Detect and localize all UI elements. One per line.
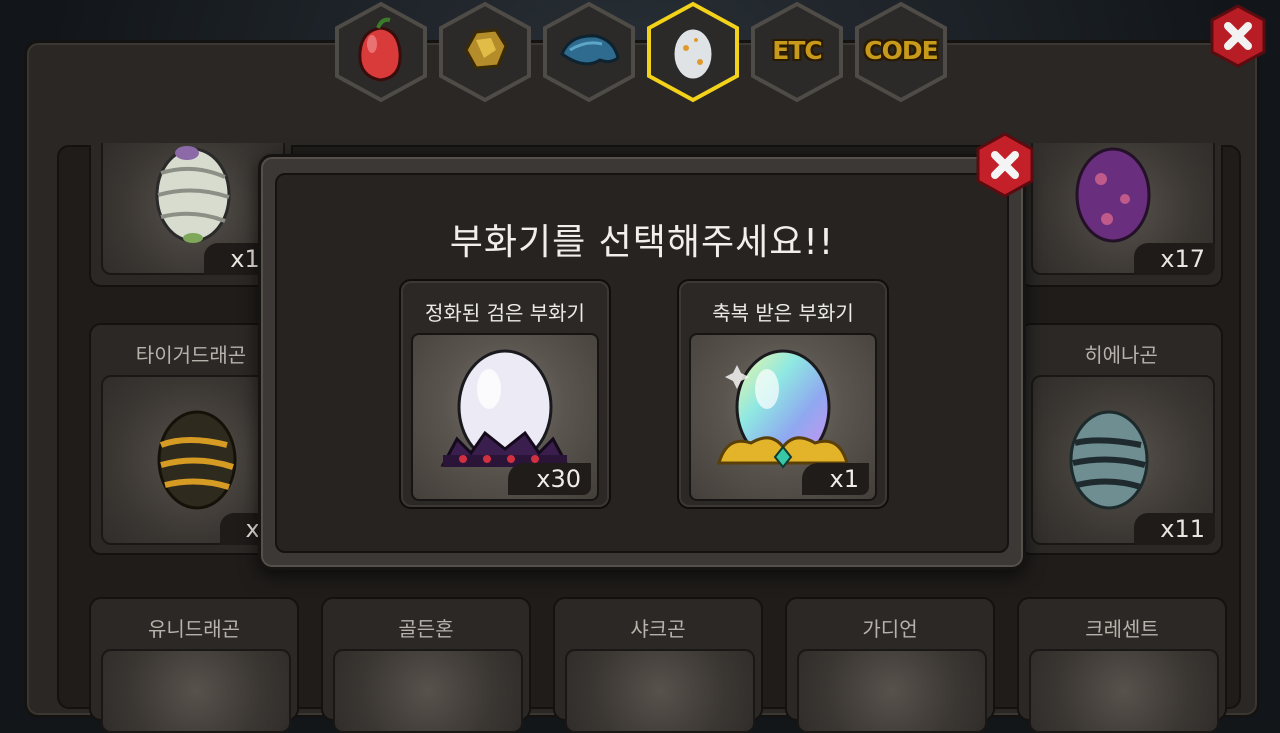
egg-card-sharkgon[interactable]: 샤크곤 <box>553 597 763 733</box>
egg-card-crescent[interactable]: 크레센트 <box>1017 597 1227 733</box>
incubator-option-blessed[interactable]: 축복 받은 부화기 x1 <box>677 279 889 509</box>
incubator-well: x30 <box>411 333 599 501</box>
tab-code-label: CODE <box>864 35 938 65</box>
tab-etc[interactable]: ETC <box>748 0 846 104</box>
egg-card-guardian[interactable]: 가디언 <box>785 597 995 733</box>
egg-card-title: 골든혼 <box>398 617 454 641</box>
purple-egg-icon <box>1075 147 1151 243</box>
egg-icon <box>671 26 715 82</box>
dialog-title: 부화기를 선택해주세요!! <box>449 222 835 263</box>
dialog-content: 부화기를 선택해주세요!! 정화된 검은 부화기 x30 축복 받은 부화기 x… <box>275 173 1009 553</box>
egg-card-title: 히에나곤 <box>1084 343 1158 367</box>
egg-card-well: x11 <box>1031 375 1215 545</box>
incubator-count: x1 <box>801 463 869 495</box>
tab-code[interactable]: CODE <box>852 0 950 104</box>
egg-card-well <box>565 649 755 733</box>
tab-fish[interactable] <box>540 0 638 104</box>
egg-card-well <box>797 649 987 733</box>
egg-card-hyena-dragon[interactable]: 히에나곤 x11 <box>1019 323 1223 555</box>
tab-etc-label: ETC <box>772 35 822 65</box>
fruit-icon <box>358 17 402 82</box>
tab-fruit[interactable] <box>332 0 430 104</box>
incubator-count: x30 <box>508 463 591 495</box>
egg-card-well <box>333 649 523 733</box>
incubator-select-dialog: 부화기를 선택해주세요!! 정화된 검은 부화기 x30 축복 받은 부화기 x… <box>258 154 1026 570</box>
egg-count: x17 <box>1134 243 1215 275</box>
egg-card-purple[interactable]: x17 <box>1019 143 1223 287</box>
dialog-close-icon[interactable] <box>972 132 1038 198</box>
mummy-egg-icon <box>155 146 231 243</box>
fish-icon <box>560 34 620 66</box>
egg-card-title: 크레센트 <box>1085 617 1159 641</box>
ore-icon <box>464 28 508 70</box>
incubator-well: x1 <box>689 333 877 501</box>
incubator-label: 정화된 검은 부화기 <box>425 301 585 325</box>
egg-card-title: 유니드래곤 <box>148 617 240 641</box>
close-icon[interactable] <box>1206 4 1270 68</box>
egg-card-golden-horn[interactable]: 골든혼 <box>321 597 531 733</box>
incubator-option-dark[interactable]: 정화된 검은 부화기 x30 <box>399 279 611 509</box>
tab-egg[interactable] <box>644 0 742 104</box>
egg-card-well <box>1029 649 1219 733</box>
egg-card-uni-dragon[interactable]: 유니드래곤 <box>89 597 299 733</box>
tab-ore[interactable] <box>436 0 534 104</box>
hyena-egg-icon <box>1069 410 1149 510</box>
egg-count: x11 <box>1134 513 1215 545</box>
incubator-label: 축복 받은 부화기 <box>712 301 854 325</box>
egg-card-title: 가디언 <box>862 617 918 641</box>
egg-card-title: 샤크곤 <box>630 617 686 641</box>
tiger-egg-icon <box>157 410 237 510</box>
egg-card-well: x17 <box>1031 143 1215 275</box>
egg-card-well <box>101 649 291 733</box>
